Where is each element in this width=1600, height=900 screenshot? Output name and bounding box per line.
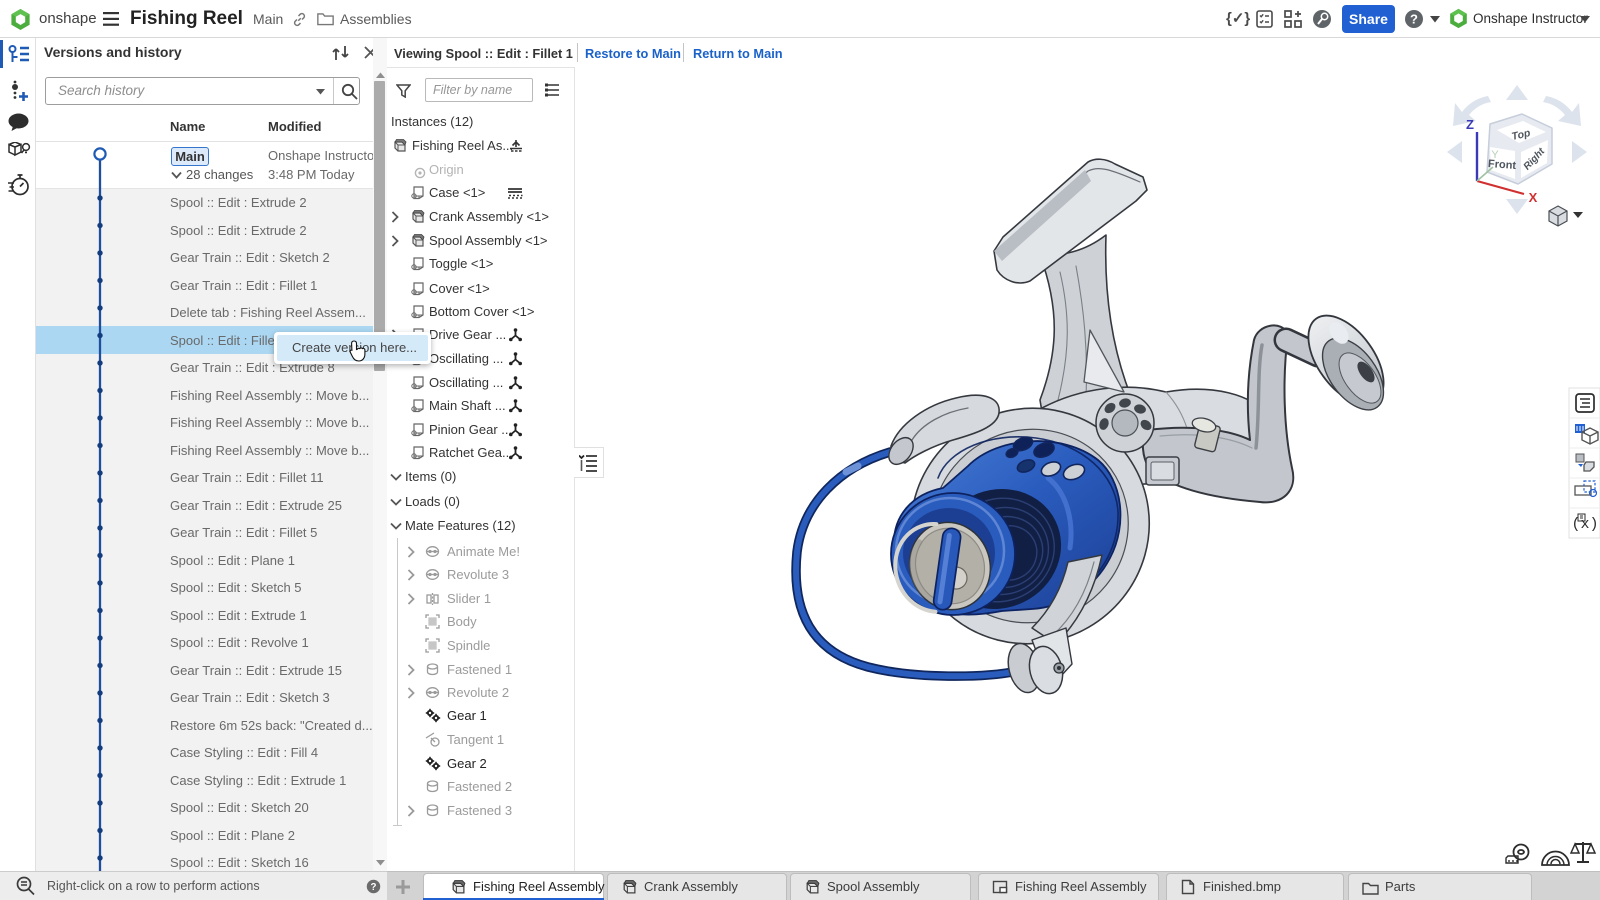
svg-text:Y: Y bbox=[1491, 149, 1499, 161]
svg-text:?: ? bbox=[1410, 12, 1418, 27]
svg-text:Z: Z bbox=[1466, 117, 1474, 132]
svg-text:X: X bbox=[1529, 190, 1538, 205]
svg-text:?: ? bbox=[371, 882, 377, 893]
